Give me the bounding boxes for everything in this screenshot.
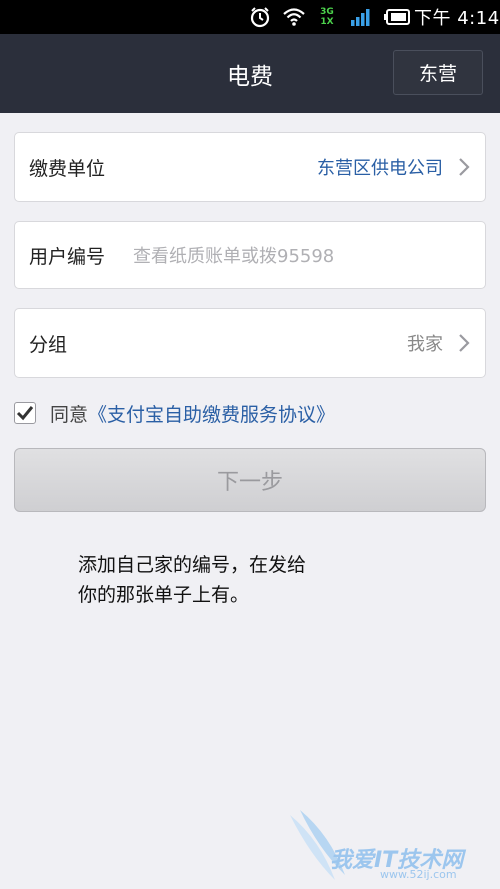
account-number-label: 用户编号 [29,245,106,268]
agreement-prefix: 同意 [50,403,89,426]
group-row[interactable]: 分组 我家 [14,308,486,378]
agreement: 同意 《支付宝自助缴费服务协议》 [14,398,335,428]
payment-unit-row[interactable]: 缴费单位 东营区供电公司 [14,132,486,202]
account-number-row: 用户编号 [14,221,486,289]
wifi-icon [282,0,308,34]
watermark-url: www.52ij.com [380,868,457,881]
chevron-right-icon [457,332,471,354]
account-number-input[interactable] [133,234,473,278]
group-value: 我家 [407,334,443,355]
alarm-icon [249,0,273,34]
checkmark-icon [16,406,34,421]
chevron-right-icon [457,156,471,178]
network-type-3g: 3G [320,7,334,17]
status-bar: 3G 1X 下午 4:14 [0,0,500,34]
network-type: 3G 1X [309,0,345,34]
agreement-link[interactable]: 《支付宝自助缴费服务协议》 [88,400,335,427]
network-type-1x: 1X [320,17,334,27]
clock: 下午 4:14 [414,8,500,29]
signal-icon [350,0,372,34]
group-label: 分组 [29,333,68,356]
annotation-note: 添加自己家的编号，在发给你的那张单子上有。 [78,554,307,606]
city-button[interactable]: 东营 [393,50,483,95]
app-header: 电费 东营 [0,34,500,113]
next-step-button[interactable]: 下一步 [14,448,486,512]
payment-unit-value: 东营区供电公司 [317,158,443,179]
battery-icon [384,0,412,34]
payment-unit-label: 缴费单位 [29,157,106,180]
agreement-checkbox[interactable] [14,402,36,424]
